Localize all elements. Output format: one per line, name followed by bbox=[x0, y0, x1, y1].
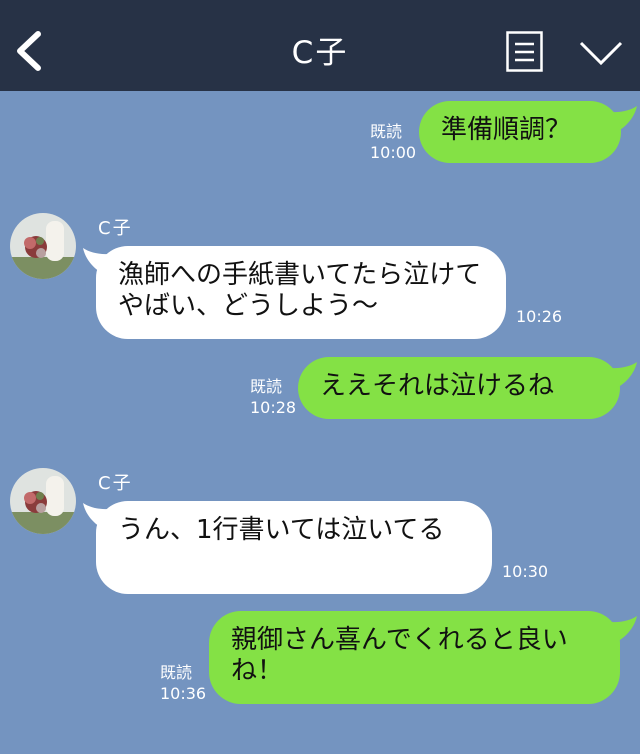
message-meta: 既読 10:28 bbox=[250, 376, 296, 418]
message-time: 10:30 bbox=[502, 562, 549, 581]
message-text: ええそれは泣けるね bbox=[320, 371, 555, 401]
message-time: 10:28 bbox=[250, 398, 297, 417]
chat-header: C子 bbox=[0, 0, 640, 91]
sent-message-bubble[interactable]: 親御さん喜んでくれると良いね！ bbox=[209, 611, 620, 704]
sender-name: C子 bbox=[98, 218, 133, 239]
menu-icon[interactable] bbox=[506, 31, 543, 72]
sender-name: C子 bbox=[98, 473, 133, 494]
message-text: 準備順調？ bbox=[441, 115, 572, 145]
message-text: 漁師への手紙書いてたら泣けてやばい、どうしよう〜 bbox=[118, 260, 482, 321]
read-receipt: 既読 bbox=[160, 663, 193, 682]
avatar[interactable] bbox=[10, 213, 76, 279]
message-time: 10:26 bbox=[516, 307, 563, 326]
sent-message-bubble[interactable]: 準備順調？ bbox=[419, 101, 621, 163]
received-message-bubble[interactable]: うん、1行書いては泣いてる bbox=[96, 501, 492, 594]
sent-message-bubble[interactable]: ええそれは泣けるね bbox=[298, 357, 620, 419]
avatar[interactable] bbox=[10, 468, 76, 534]
message-time: 10:00 bbox=[370, 143, 417, 162]
message-text: 親御さん喜んでくれると良いね！ bbox=[231, 625, 568, 686]
message-meta: 既読 10:00 bbox=[370, 121, 416, 163]
chevron-down-icon[interactable] bbox=[579, 40, 623, 66]
message-time: 10:36 bbox=[160, 684, 207, 703]
received-message-bubble[interactable]: 漁師への手紙書いてたら泣けてやばい、どうしよう〜 bbox=[96, 246, 506, 339]
chat-title: C子 bbox=[291, 35, 349, 71]
message-text: うん、1行書いては泣いてる bbox=[118, 515, 445, 545]
read-receipt: 既読 bbox=[370, 122, 403, 141]
read-receipt: 既読 bbox=[250, 377, 283, 396]
message-meta: 既読 10:36 bbox=[160, 662, 206, 704]
